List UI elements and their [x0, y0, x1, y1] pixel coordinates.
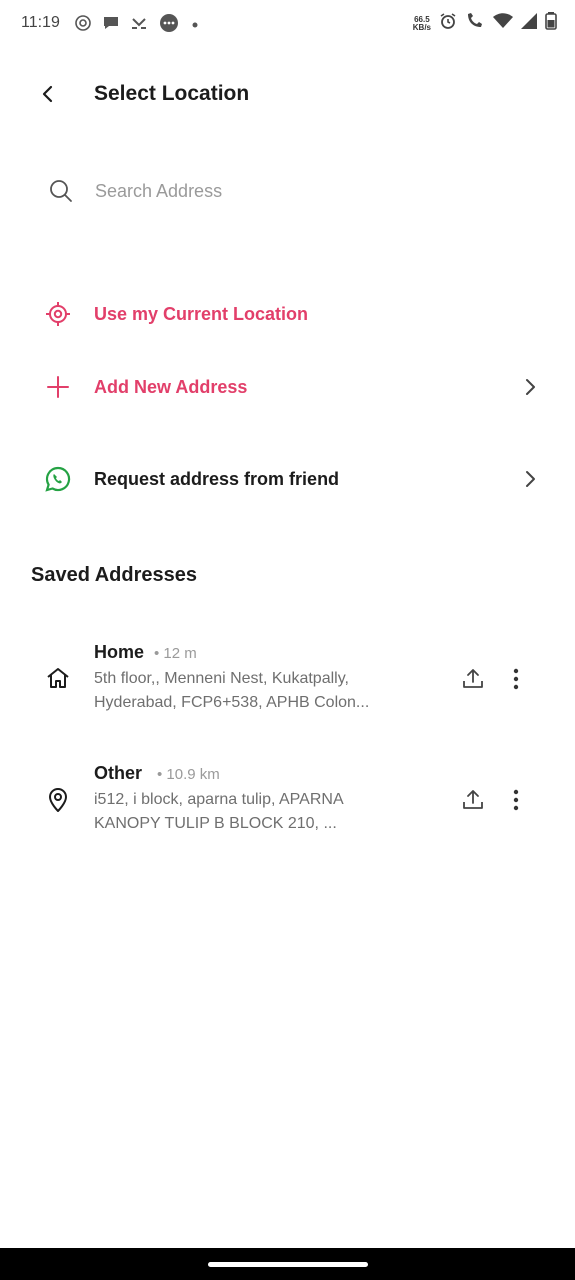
share-icon[interactable] [456, 662, 490, 696]
address-distance: • 12 m [154, 645, 197, 662]
saved-address-home[interactable]: Home • 12 m 5th floor,, Menneni Nest, Ku… [30, 642, 545, 742]
address-name: Other [94, 763, 143, 783]
battery-icon [545, 12, 557, 35]
share-icon[interactable] [456, 783, 490, 817]
use-current-location-label: Use my Current Location [94, 303, 309, 324]
alarm-icon [439, 12, 457, 35]
saved-address-other[interactable]: Other • 10.9 km i512, i block, aparna tu… [30, 763, 545, 863]
dot-icon [190, 17, 200, 35]
plus-icon [30, 375, 86, 399]
status-icons-right: 66.5 KB/s [413, 12, 557, 35]
location-pin-icon [42, 787, 74, 813]
wifi-calling-icon [465, 12, 485, 35]
search-input[interactable] [95, 180, 495, 202]
address-distance: • 10.9 km [157, 766, 220, 783]
saved-addresses-heading: Saved Addresses [31, 564, 198, 586]
search-icon [43, 178, 79, 204]
search-bar[interactable] [30, 164, 545, 218]
add-new-address-button[interactable]: Add New Address [30, 362, 545, 412]
address-line-1: i512, i block, aparna tulip, APARNA [94, 791, 344, 808]
back-button[interactable] [30, 78, 66, 114]
address-name: Home [94, 642, 145, 662]
signal-icon [521, 13, 537, 34]
status-icons-left [74, 12, 200, 39]
status-time: 11:19 [21, 14, 60, 31]
page-title: Select Location [94, 82, 250, 105]
whatsapp-icon [30, 465, 86, 493]
missed-call-icon [130, 14, 148, 37]
more-options-icon[interactable] [502, 662, 530, 696]
add-new-address-label: Add New Address [94, 376, 248, 397]
chevron-right-icon [515, 470, 545, 488]
more-options-icon[interactable] [502, 783, 530, 817]
net-speed-unit: KB/s [412, 22, 431, 32]
address-line-2: KANOPY TULIP B BLOCK 210, ... [94, 815, 337, 832]
wifi-icon [493, 13, 513, 34]
crosshair-icon [30, 301, 86, 327]
radio-icon [74, 14, 92, 37]
use-current-location-button[interactable]: Use my Current Location [30, 289, 545, 339]
chevron-right-icon [515, 378, 545, 396]
address-line-1: 5th floor,, Menneni Nest, Kukatpally, [94, 670, 349, 687]
request-address-from-friend-button[interactable]: Request address from friend [30, 454, 545, 504]
network-speed: 66.5 KB/s [412, 15, 431, 32]
messages-icon [158, 12, 180, 39]
chevron-left-icon [38, 84, 58, 109]
system-navigation-bar [0, 1248, 575, 1280]
request-address-label: Request address from friend [94, 468, 340, 489]
address-line-2: Hyderabad, FCP6+538, APHB Colon... [94, 694, 370, 711]
home-icon [42, 666, 74, 690]
home-gesture-handle[interactable] [208, 1262, 368, 1267]
chat-bubble-icon [102, 14, 120, 37]
